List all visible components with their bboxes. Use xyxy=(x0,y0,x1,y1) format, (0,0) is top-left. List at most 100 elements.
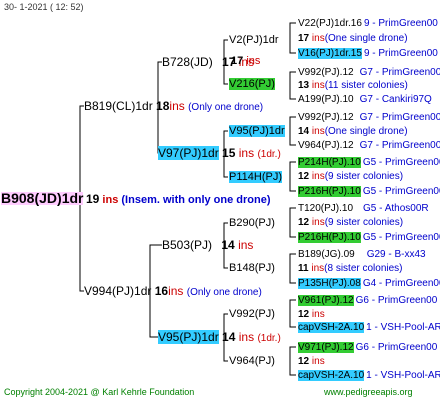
gen4-row-19: V961(PJ).12 G6 - PrimGreen00 xyxy=(298,294,437,307)
gen4-ins-count: 14 xyxy=(298,126,310,137)
gen4-name: V992(PJ).12 xyxy=(298,112,354,123)
gen3-node-5: B290(PJ) xyxy=(229,217,275,230)
gen4-row-17: 11 ins(8 sister colonies) xyxy=(298,262,403,275)
gen4-name: V16(PJ)1dr.15 xyxy=(298,48,362,59)
footer-url[interactable]: www.pedigreeapis.org xyxy=(324,387,413,397)
gen4-row-16: B189(JG).09 G29 - B-xx43 xyxy=(298,248,426,261)
root-name: B908(JD)1dr xyxy=(1,190,84,206)
gen4-row-13: T120(PJ).10 G5 - Athos00R xyxy=(298,202,429,215)
sire-ins-count: 18 xyxy=(156,99,170,113)
gen4-src: G7 - Cankiri97Q xyxy=(359,94,432,105)
gen3-name: B290(PJ) xyxy=(229,217,275,229)
gen4-ins-count: 12 xyxy=(298,356,310,367)
sire-sire-name: B728(JD) xyxy=(162,55,213,69)
gen4-src: G5 - PrimGreen00 xyxy=(362,157,440,168)
root-note: (Insem. with only one drone) xyxy=(121,194,271,206)
gen4-ins-count: 12 xyxy=(298,217,310,228)
gen4-src: G4 - PrimGreen00 xyxy=(362,278,440,289)
gen4-ins-word: ins xyxy=(311,356,325,367)
gen4-note: (One single drone) xyxy=(324,126,408,137)
gen4-ins-word: ins xyxy=(311,309,325,320)
gen3-name: P114H(PJ) xyxy=(229,171,282,183)
gen4-row-2: 17 ins(One single drone) xyxy=(298,32,408,45)
gen4-row-20: 12 ins xyxy=(298,308,325,321)
pedigree-page: { "header": {"date": "30- 1-2021 ( 12: 5… xyxy=(0,0,440,400)
gen3-node-4: P114H(PJ) xyxy=(229,171,282,184)
gen4-ins-count: 13 xyxy=(298,80,310,91)
gen4-name: B189(JG).09 xyxy=(298,249,355,260)
dam-dam-note: (1dr.) xyxy=(257,333,281,344)
gen4-name: P214H(PJ).10 xyxy=(298,157,361,168)
gen4-note: (8 sister colonies) xyxy=(324,263,403,274)
footer-copyright: Copyright 2004-2021 @ Karl Kehrle Founda… xyxy=(4,387,195,397)
gen3-node-6: B148(PJ) xyxy=(229,262,275,275)
gen4-note: (11 sister colonies) xyxy=(324,80,408,91)
gen4-name: capVSH-2A.10 xyxy=(298,322,365,333)
gen3-ins-count: 17 xyxy=(231,55,244,67)
gen4-note: (9 sister colonies) xyxy=(324,217,404,228)
gen3-name: B148(PJ) xyxy=(229,262,275,274)
gen4-row-8: 14 ins(One single drone) xyxy=(298,125,408,138)
gen4-name: V992(PJ).12 xyxy=(298,67,354,78)
gen4-src: G6 - PrimGreen00 xyxy=(355,342,438,353)
gen4-src: G7 - PrimGreen00 xyxy=(359,112,440,123)
gen4-src: G7 - PrimGreen00 xyxy=(359,140,440,151)
gen4-row-12: P216H(PJ).10 G5 - PrimGreen00 xyxy=(298,185,440,198)
gen4-row-7: V992(PJ).12 G7 - PrimGreen00 xyxy=(298,111,440,124)
gen3-name: V964(PJ) xyxy=(229,355,275,367)
gen4-row-21: capVSH-2A.10 1 - VSH-Pool-AR xyxy=(298,321,440,334)
dam-node: V994(PJ)1dr 16ins (Only one drone) xyxy=(84,285,262,299)
root-ins-word: ins xyxy=(102,194,119,206)
sire-note: (Only one drone) xyxy=(188,102,264,113)
gen4-src: G6 - PrimGreen00 xyxy=(355,295,438,306)
gen4-row-9: V964(PJ).12 G7 - PrimGreen00 xyxy=(298,139,440,152)
gen3-ins-word: ins xyxy=(246,55,261,67)
root-ins-group: 19 ins (Insem. with only one drone) xyxy=(86,193,271,207)
gen4-row-14: 12 ins(9 sister colonies) xyxy=(298,216,403,229)
gen4-name: V964(PJ).12 xyxy=(298,140,354,151)
gen4-src: 9 - PrimGreen00 xyxy=(363,48,438,59)
gen4-src: G5 - PrimGreen00 xyxy=(362,186,440,197)
gen4-ins-word: ins xyxy=(311,80,325,91)
gen3-node-8: V964(PJ) xyxy=(229,355,275,368)
gen4-src: G7 - PrimGreen00 xyxy=(359,67,440,78)
gen3-name: V95(PJ)1dr xyxy=(229,125,285,137)
gen4-ins-count: 11 xyxy=(298,263,309,274)
gen4-row-1: V22(PJ)1dr.16 9 - PrimGreen00 xyxy=(298,17,438,30)
sire-dam-ins-count: 15 xyxy=(222,146,236,160)
dam-sire-name: B503(PJ) xyxy=(162,238,213,252)
sire-dam-node: V97(PJ)1dr 15 ins (1dr.) xyxy=(158,146,281,161)
dam-ins-count: 16 xyxy=(154,284,169,298)
gen3-node-7: V992(PJ) xyxy=(229,308,275,321)
gen4-ins-word: ins xyxy=(311,33,325,44)
dam-dam-node: V95(PJ)1dr 14 ins (1dr.) xyxy=(158,330,281,345)
gen4-name: P216H(PJ).10 xyxy=(298,186,361,197)
sire-node: B819(CL)1dr 18ins (Only one drone) xyxy=(84,100,263,114)
gen4-name: V22(PJ)1dr.16 xyxy=(298,18,362,29)
gen3-name: V2(PJ)1dr xyxy=(229,34,279,46)
gen4-src: G5 - Athos00R xyxy=(363,203,429,214)
gen4-row-11: 12 ins(9 sister colonies) xyxy=(298,170,403,183)
gen4-src: G29 - B-xx43 xyxy=(366,249,426,260)
gen4-row-18: P135H(PJ).08 G4 - PrimGreen00 xyxy=(298,277,440,290)
gen3-ins-1: 17 ins xyxy=(231,55,260,68)
gen4-note: (One single drone) xyxy=(324,33,408,44)
dam-dam-name: V95(PJ)1dr xyxy=(158,330,219,344)
sire-dam-name: V97(PJ)1dr xyxy=(158,146,219,160)
gen4-ins-count: 12 xyxy=(298,171,310,182)
sire-name: B819(CL)1dr xyxy=(84,99,153,113)
dam-name: V994(PJ)1dr xyxy=(84,284,152,298)
dam-sire-node: B503(PJ) 14 ins xyxy=(162,239,253,252)
dam-ins-word: ins xyxy=(168,284,184,298)
gen3-name: V992(PJ) xyxy=(229,308,275,320)
gen4-row-3: V16(PJ)1dr.15 9 - PrimGreen00 xyxy=(298,47,438,60)
gen3-node-3: V95(PJ)1dr xyxy=(229,125,285,138)
gen4-ins-word: ins xyxy=(311,126,325,137)
gen4-row-24: capVSH-2A.10 1 - VSH-Pool-AR xyxy=(298,369,440,382)
gen4-row-10: P214H(PJ).10 G5 - PrimGreen00 xyxy=(298,156,440,169)
dam-note: (Only one drone) xyxy=(186,287,262,298)
dam-sire-ins-word: ins xyxy=(238,238,254,252)
gen4-name: V971(PJ).12 xyxy=(298,342,354,353)
gen4-row-5: 13 ins(11 sister colonies) xyxy=(298,79,408,92)
gen4-name: V961(PJ).12 xyxy=(298,295,354,306)
